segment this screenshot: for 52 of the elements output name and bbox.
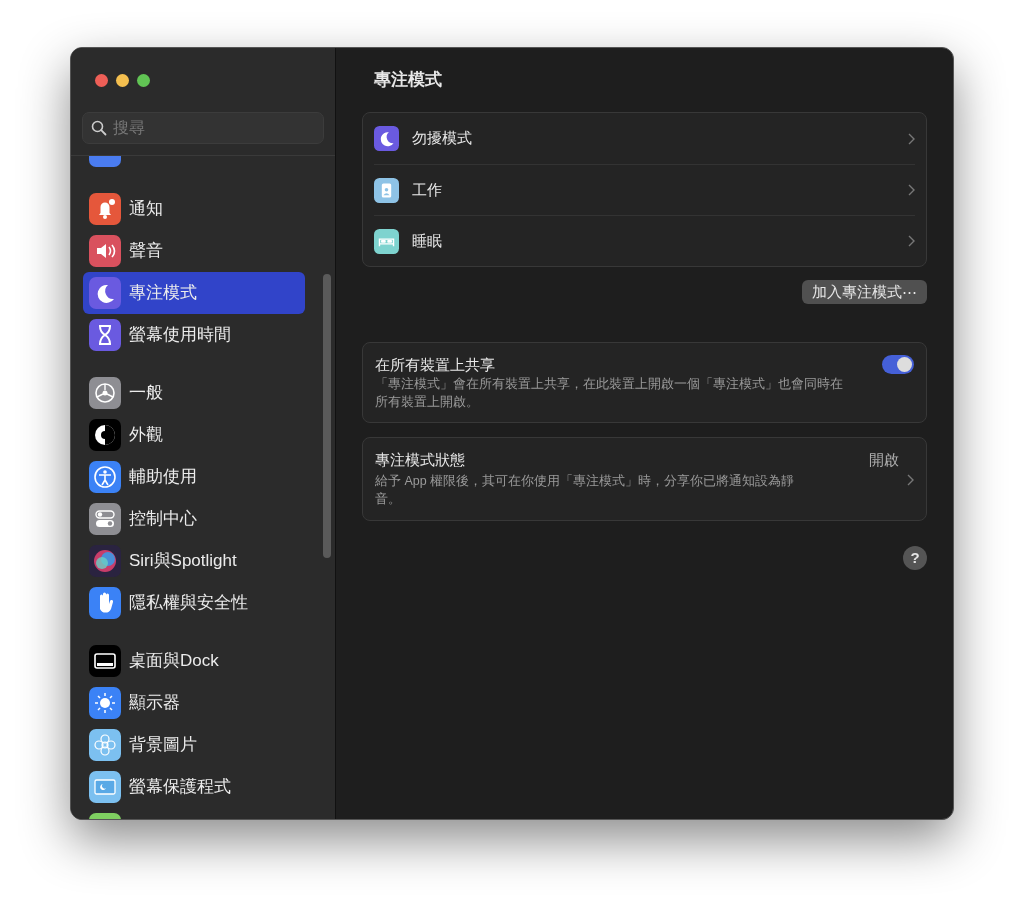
- hand-icon: [89, 587, 121, 619]
- bed-icon: [374, 228, 399, 254]
- gear-icon: [89, 377, 121, 409]
- hourglass-icon: [89, 319, 121, 351]
- focus-mode-row[interactable]: 勿擾模式: [374, 113, 915, 164]
- zoom-button[interactable]: [137, 73, 150, 87]
- chevron-icon: [907, 474, 914, 486]
- status-card[interactable]: 專注模式狀態 給予 App 權限後，其可在你使用「專注模式」時，分享你已將通知設為靜音。 開啟: [362, 437, 927, 521]
- toggles-icon: [89, 503, 121, 535]
- sidebar-item[interactable]: 螢幕使用時間: [83, 314, 305, 356]
- screen-moon-icon: [89, 771, 121, 803]
- minimize-button[interactable]: [116, 73, 129, 87]
- help-button[interactable]: ?: [903, 546, 927, 570]
- dock-icon: [89, 645, 121, 677]
- sun-icon: [89, 687, 121, 719]
- status-title: 專注模式狀態: [375, 450, 466, 470]
- flower-icon: [89, 729, 121, 761]
- focus-mode-row[interactable]: 睡眠: [374, 215, 915, 266]
- accessibility-icon: [89, 461, 121, 493]
- sidebar-item[interactable]: 背景圖片: [83, 724, 305, 766]
- status-description: 給予 App 權限後，其可在你使用「專注模式」時，分享你已將通知設為靜音。: [375, 473, 796, 508]
- sidebar-item[interactable]: 顯示器: [83, 682, 305, 724]
- toggle-switch[interactable]: [882, 355, 914, 374]
- sidebar-item[interactable]: 螢幕保護程式: [83, 766, 305, 808]
- sidebar-item[interactable]: 聲音: [83, 230, 305, 272]
- chevron-icon: [908, 184, 915, 196]
- share-description: 「專注模式」會在所有裝置上共享，在此裝置上開啟一個「專注模式」也會同時在所有裝置上開啟。: [375, 376, 844, 411]
- sidebar-item[interactable]: 一般: [83, 372, 305, 414]
- sidebar-item[interactable]: 通知: [83, 188, 305, 230]
- window-title: 專注模式: [374, 69, 442, 92]
- speaker-icon: [89, 235, 121, 267]
- sidebar-item[interactable]: 控制中心: [83, 498, 305, 540]
- moon-icon: [89, 277, 121, 309]
- focus-mode-row[interactable]: 工作: [374, 164, 915, 215]
- sidebar-item[interactable]: 外觀: [83, 414, 305, 456]
- chevron-icon: [908, 132, 915, 145]
- scrollbar[interactable]: [323, 274, 331, 558]
- share-title: 在所有裝置上共享: [375, 355, 496, 375]
- sidebar-item[interactable]: Siri與Spotlight: [83, 540, 305, 582]
- orb-icon: [89, 545, 121, 577]
- search-field[interactable]: 搜尋: [82, 112, 324, 144]
- status-value: 開啟: [869, 450, 899, 470]
- sidebar-item[interactable]: 專注模式: [83, 272, 305, 314]
- sidebar-item[interactable]: 輔助使用: [83, 456, 305, 498]
- sidebar-item[interactable]: 桌面與Dock: [83, 640, 305, 682]
- sidebar-item[interactable]: 隱私權與安全性: [83, 582, 305, 624]
- bell-icon: [89, 193, 121, 225]
- add-focus-button[interactable]: 加入專注模式⋯: [802, 280, 927, 304]
- moon-icon: [374, 126, 399, 151]
- id-badge-icon: [374, 177, 399, 203]
- close-button[interactable]: [95, 73, 108, 87]
- chevron-icon: [908, 235, 915, 247]
